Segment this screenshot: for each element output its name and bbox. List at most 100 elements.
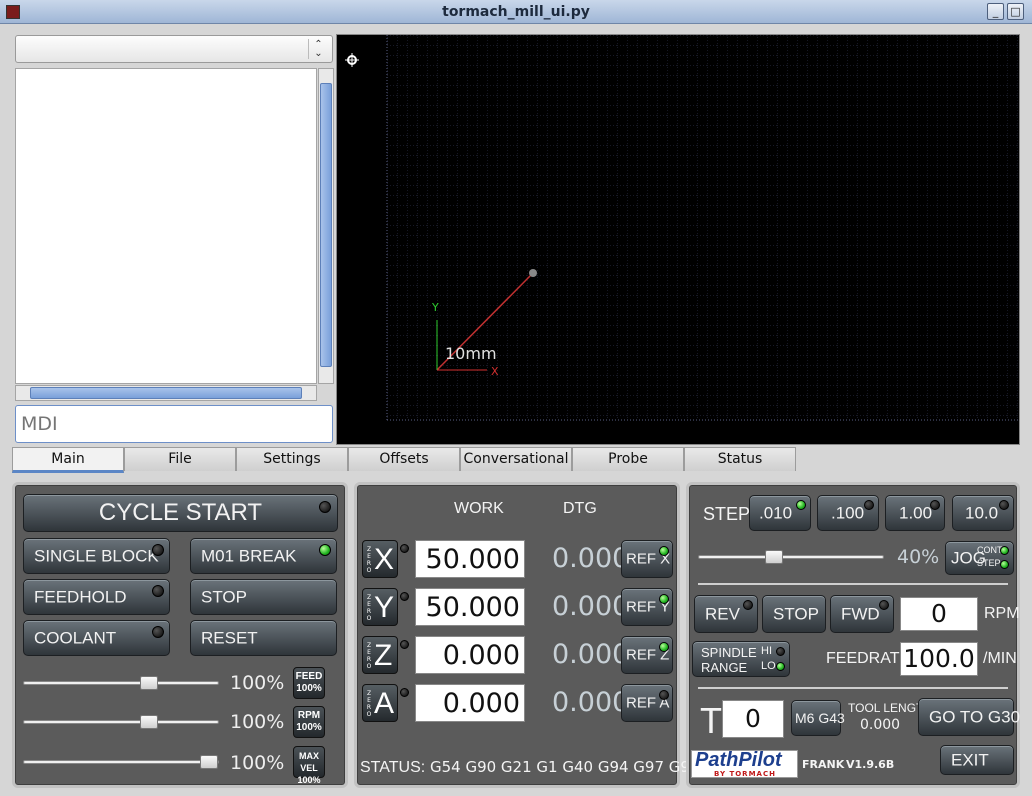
dro-panel: [354, 482, 680, 788]
feed-unit-label: /MIN: [983, 650, 1017, 667]
tool-position-marker: [529, 269, 537, 277]
vertical-scroll-thumb[interactable]: [320, 83, 332, 367]
zero-z-axis-letter: Z: [374, 639, 393, 672]
gcode-text-view[interactable]: [15, 68, 317, 384]
jog-speed-knob[interactable]: [765, 550, 783, 564]
minimize-button[interactable]: _: [987, 3, 1004, 20]
rpm-reset-button[interactable]: RPM 100%: [293, 706, 325, 738]
step-10-0-button[interactable]: 10.0: [952, 495, 1014, 531]
stop-button[interactable]: STOP: [190, 579, 337, 615]
zero-z-button[interactable]: Z E R OZ: [362, 636, 398, 674]
jog-speed-slider[interactable]: [698, 550, 884, 564]
tab-file[interactable]: File: [124, 447, 236, 471]
scale-label: 10mm: [445, 344, 497, 363]
zero-y-button[interactable]: Z E R OY: [362, 588, 398, 626]
single-block-button[interactable]: SINGLE BLOCK: [23, 538, 170, 574]
zero-y-axis-letter: Y: [374, 591, 395, 624]
horizontal-scroll-thumb[interactable]: [30, 387, 302, 399]
z-homed-led: [400, 640, 409, 649]
rpm-badge-bottom: 100%: [296, 722, 322, 733]
rpm-override-knob[interactable]: [140, 715, 158, 729]
spindle-lo-label: LO: [761, 660, 776, 672]
ref-a-button[interactable]: REF A: [621, 684, 673, 722]
m01-break-button[interactable]: M01 BREAK: [190, 538, 337, 574]
spindle-stop-button[interactable]: STOP: [762, 595, 826, 633]
y-work-value[interactable]: 50.000: [415, 588, 525, 626]
logo-sub-text: BY TORMACH: [714, 770, 776, 778]
spindle-range-button[interactable]: SPINDLE RANGE HI LO: [692, 641, 790, 677]
feed-badge-top: FEED: [295, 671, 323, 682]
coolant-button[interactable]: COOLANT: [23, 620, 170, 656]
maximize-button[interactable]: □: [1007, 3, 1024, 20]
jog-cont-label: CONT: [977, 545, 1003, 555]
separator-2: [698, 687, 1008, 689]
spindle-hi-led: [776, 647, 785, 656]
a-work-value[interactable]: 0.000: [415, 684, 525, 722]
zero-a-button[interactable]: Z E R OA: [362, 684, 398, 722]
x-axis-label: X: [491, 365, 499, 378]
step-1-00-label: 1.00: [899, 503, 933, 523]
feedrate-entry[interactable]: 100.0: [900, 642, 978, 676]
step-1-00-led: [930, 500, 940, 510]
jog-mode-button[interactable]: JOG CONT STEP: [945, 541, 1014, 575]
tab-settings[interactable]: Settings: [236, 447, 348, 471]
x-homed-led: [400, 544, 409, 553]
feed-reset-button[interactable]: FEED 100%: [293, 667, 325, 699]
maxvel-override-knob[interactable]: [200, 755, 218, 769]
spindle-fwd-button[interactable]: FWD: [830, 595, 894, 633]
x-work-value[interactable]: 50.000: [415, 540, 525, 578]
cycle-start-button[interactable]: CYCLE START: [23, 494, 338, 532]
step-100-button[interactable]: .100: [817, 495, 879, 531]
tab-bar: Main File Settings Offsets Conversationa…: [12, 447, 798, 473]
spindle-rpm-entry[interactable]: 0: [900, 597, 978, 631]
tab-status[interactable]: Status: [684, 447, 796, 471]
maxvel-override-slider[interactable]: [23, 755, 219, 769]
m6-g43-button[interactable]: M6 G43: [791, 700, 845, 736]
spindle-rev-button[interactable]: REV: [694, 595, 758, 633]
feed-override-slider[interactable]: [23, 676, 219, 690]
tab-conversational[interactable]: Conversational: [460, 447, 572, 471]
z-work-value[interactable]: 0.000: [415, 636, 525, 674]
coolant-led: [152, 626, 164, 638]
step-1-00-button[interactable]: 1.00: [885, 495, 945, 531]
mdi-input[interactable]: [15, 405, 333, 443]
maxvel-badge-bottom: 100%: [297, 775, 321, 785]
ref-x-button[interactable]: REF X: [621, 540, 673, 578]
file-combo[interactable]: ⌃ ⌄: [15, 35, 333, 63]
tool-number-entry[interactable]: 0: [722, 700, 784, 738]
m01-break-led: [319, 544, 331, 556]
tab-probe[interactable]: Probe: [572, 447, 684, 471]
rpm-override-slider[interactable]: [23, 715, 219, 729]
cycle-start-led: [319, 501, 331, 513]
feedhold-led: [152, 585, 164, 597]
ref-z-button[interactable]: REF Z: [621, 636, 673, 674]
plot-canvas: Y X 10mm: [345, 35, 1019, 421]
exit-button[interactable]: EXIT: [940, 745, 1014, 775]
tab-offsets[interactable]: Offsets: [348, 447, 460, 471]
go-to-g30-button[interactable]: GO TO G30: [918, 698, 1020, 736]
title-bar: tormach_mill_ui.py _ □: [0, 0, 1032, 24]
exit-label: EXIT: [951, 750, 989, 770]
work-header: WORK: [454, 500, 504, 517]
maxvel-reset-button[interactable]: MAX VEL 100%: [293, 746, 325, 785]
step-010-button[interactable]: .010: [749, 495, 811, 531]
vertical-scrollbar[interactable]: [318, 68, 334, 384]
feedhold-button[interactable]: FEEDHOLD: [23, 579, 170, 615]
reset-button[interactable]: RESET: [190, 620, 337, 656]
spindle-stop-label: STOP: [773, 604, 819, 624]
ref-y-button[interactable]: REF Y: [621, 588, 673, 626]
jog-step-led: [1000, 560, 1009, 569]
ref-y-led: [659, 594, 669, 604]
version-label: V1.9.6B: [846, 758, 895, 771]
tool-t-label: T: [700, 700, 722, 741]
toolpath-plot[interactable]: Y X 10mm: [336, 34, 1020, 445]
zero-x-button[interactable]: Z E R OX: [362, 540, 398, 578]
status-codes: G54 G90 G21 G1 G40 G94 G97 G99: [429, 758, 700, 776]
feedhold-label: FEEDHOLD: [34, 587, 127, 607]
feed-badge-bottom: 100%: [296, 683, 322, 694]
a-dtg-value: 0.000: [552, 687, 630, 718]
feed-override-knob[interactable]: [140, 676, 158, 690]
tab-main[interactable]: Main: [12, 447, 124, 473]
horizontal-scrollbar[interactable]: [15, 385, 317, 401]
z-dtg-value: 0.000: [552, 639, 630, 670]
